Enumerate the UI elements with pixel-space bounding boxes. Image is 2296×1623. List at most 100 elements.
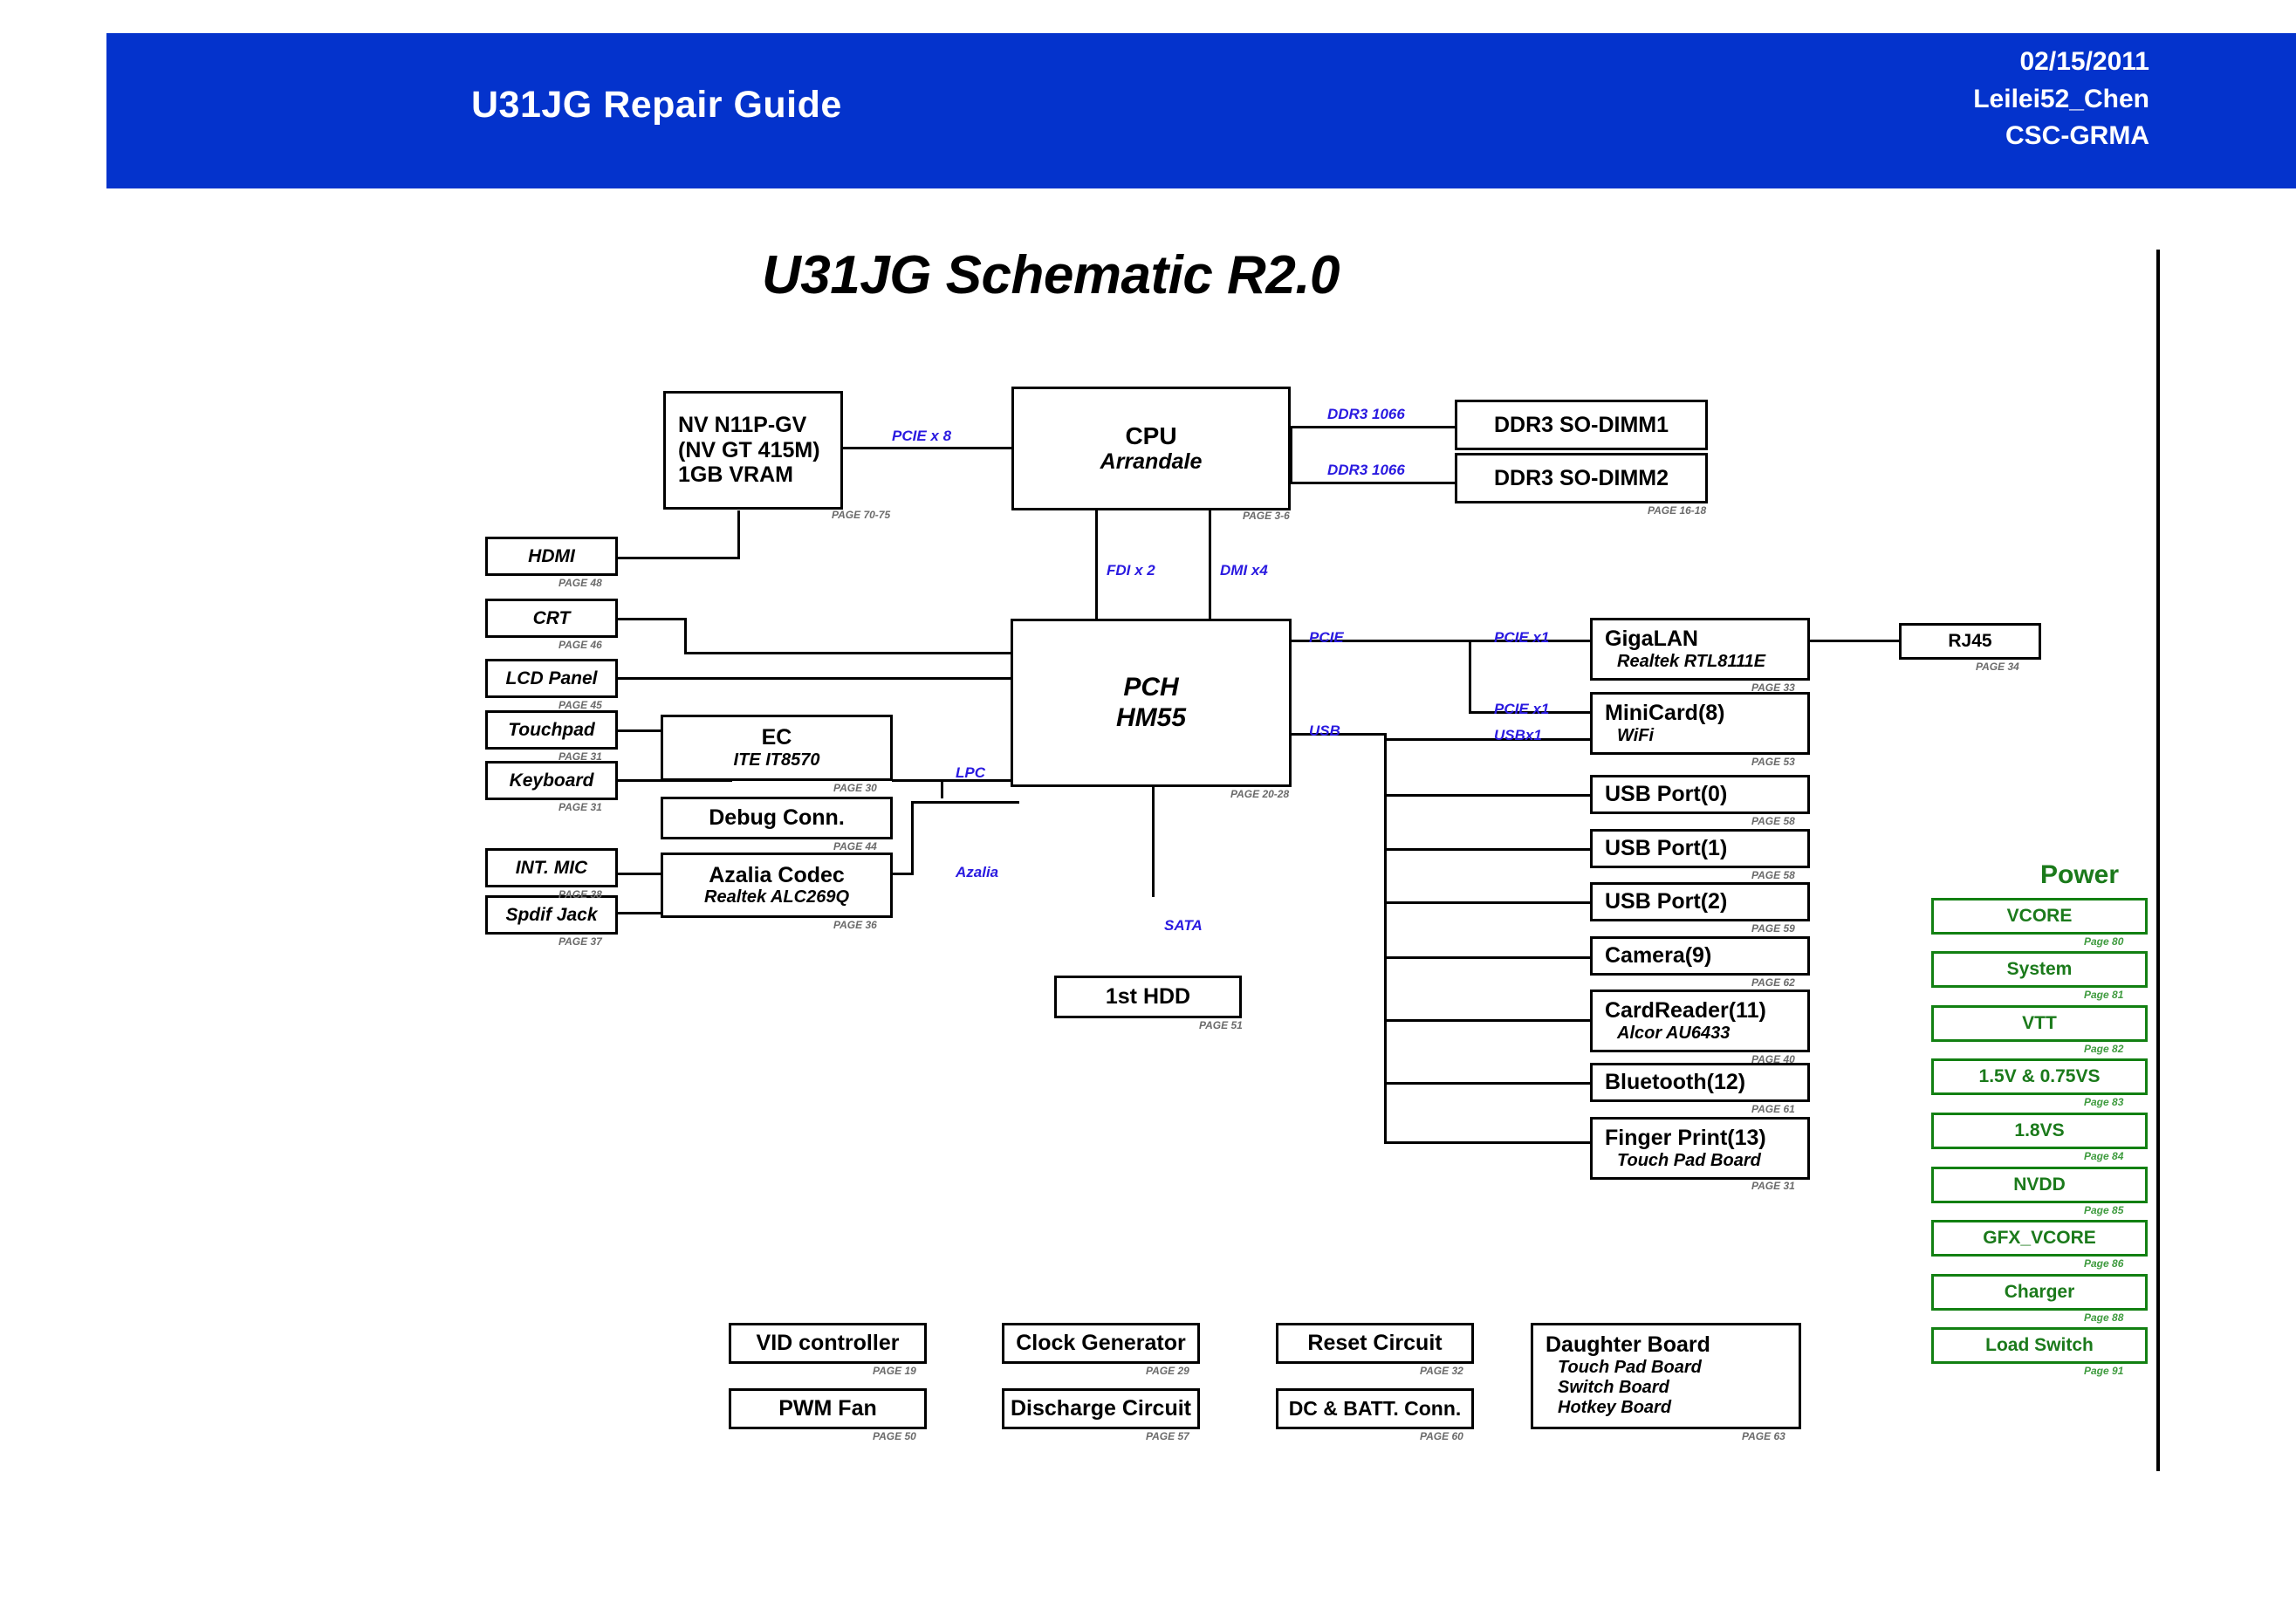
block-reset-circuit-label: Reset Circuit — [1307, 1331, 1443, 1356]
bus-label-pcie-x1-a: PCIE x1 — [1494, 629, 1550, 646]
block-ec-line1: EC — [761, 725, 792, 750]
line-gpu-down — [737, 510, 740, 559]
power-rail-nvdd-label: NVDD — [2013, 1174, 2066, 1195]
block-touchpad: Touchpad — [485, 710, 618, 750]
block-clock-generator: Clock Generator — [1002, 1323, 1200, 1364]
block-reset-circuit: Reset Circuit — [1276, 1323, 1474, 1364]
power-rail-charger: Charger — [1931, 1274, 2148, 1311]
bus-label-sata: SATA — [1164, 917, 1203, 934]
block-pwm-fan-label: PWM Fan — [778, 1396, 877, 1421]
power-rail-vtt-label: VTT — [2022, 1013, 2057, 1033]
bus-label-lpc: LPC — [956, 764, 985, 781]
block-debug-conn: Debug Conn. — [661, 797, 893, 839]
block-lcd-panel-label: LCD Panel — [505, 668, 598, 688]
block-spdif-jack-label: Spdif Jack — [505, 904, 598, 925]
block-vid-controller-label: VID controller — [756, 1331, 900, 1356]
block-touchpad-page: PAGE 31 — [559, 750, 602, 763]
block-usb-port1-page: PAGE 58 — [1751, 869, 1795, 881]
block-cpu-line1: CPU — [1125, 421, 1177, 449]
line-cpu-pch-fdi — [1095, 510, 1098, 620]
block-cardreader-line2: Alcor AU6433 — [1617, 1023, 1731, 1043]
block-usb-port2-page: PAGE 59 — [1751, 922, 1795, 935]
power-rail-1p8vs-label: 1.8VS — [2014, 1120, 2065, 1140]
power-rail-charger-page: Page 88 — [2084, 1311, 2124, 1324]
bus-label-pcie-x1-b: PCIE x1 — [1494, 701, 1550, 717]
block-gigalan-page: PAGE 33 — [1751, 681, 1795, 694]
header-author: Leilei52_Chen — [1973, 84, 2149, 113]
power-rail-load-switch-label: Load Switch — [1985, 1335, 2094, 1355]
line-crt-to-pch — [684, 652, 1019, 654]
page-title: U31JG Repair Guide — [471, 84, 842, 126]
block-lcd-panel: LCD Panel — [485, 659, 618, 698]
block-int-mic: INT. MIC — [485, 848, 618, 887]
power-rail-vtt-page: Page 82 — [2084, 1043, 2124, 1055]
power-rail-gfx-vcore-label: GFX_VCORE — [1983, 1228, 2096, 1248]
power-rail-system: System — [1931, 951, 2148, 988]
power-rail-1p8vs: 1.8VS — [1931, 1113, 2148, 1149]
line-pch-sata — [1152, 785, 1155, 897]
block-vid-controller-page: PAGE 19 — [873, 1365, 916, 1377]
block-crt: CRT — [485, 599, 618, 638]
bus-label-azalia: Azalia — [956, 864, 999, 880]
block-daughter-board-line4: Hotkey Board — [1558, 1397, 1672, 1417]
block-azalia-codec-line2: Realtek ALC269Q — [704, 887, 849, 907]
line-usb-port2 — [1384, 901, 1591, 904]
block-rj45-label: RJ45 — [1948, 631, 1992, 652]
power-rail-system-page: Page 81 — [2084, 989, 2124, 1001]
block-fingerprint-line2: Touch Pad Board — [1617, 1150, 1761, 1170]
block-gigalan-line2: Realtek RTL8111E — [1617, 651, 1766, 671]
power-rail-charger-label: Charger — [2004, 1282, 2075, 1302]
power-rail-load-switch-page: Page 91 — [2084, 1365, 2124, 1377]
block-debug-conn-page: PAGE 44 — [833, 840, 877, 853]
block-bluetooth: Bluetooth(12) — [1590, 1063, 1810, 1102]
block-spdif-jack: Spdif Jack — [485, 895, 618, 935]
line-usb-camera — [1384, 956, 1591, 959]
line-pcie-trunk — [1469, 640, 1471, 714]
block-hdmi-label: HDMI — [528, 545, 575, 566]
line-usb-port0 — [1384, 794, 1591, 797]
block-pch-line2: HM55 — [1115, 702, 1187, 732]
block-azalia-codec-page: PAGE 36 — [833, 919, 877, 931]
bus-label-usb: USB — [1309, 722, 1340, 739]
block-pwm-fan-page: PAGE 50 — [873, 1430, 916, 1442]
bus-label-usb-x1: USBx1 — [1494, 727, 1542, 743]
block-cpu-page: PAGE 3-6 — [1243, 510, 1290, 522]
block-gpu-page: PAGE 70-75 — [832, 509, 891, 521]
block-hdmi-page: PAGE 48 — [559, 577, 602, 589]
bus-label-dmi-x4: DMI x4 — [1220, 562, 1268, 579]
block-gpu-line3: 1GB VRAM — [678, 462, 793, 488]
block-rj45: RJ45 — [1899, 623, 2041, 660]
block-lcd-panel-page: PAGE 45 — [559, 699, 602, 711]
block-crt-label: CRT — [532, 607, 571, 628]
block-keyboard: Keyboard — [485, 761, 618, 800]
line-usb-minicard — [1384, 738, 1591, 741]
block-hdd-page: PAGE 51 — [1199, 1019, 1243, 1031]
power-rail-gfx-vcore-page: Page 86 — [2084, 1257, 2124, 1270]
block-dc-batt-conn: DC & BATT. Conn. — [1276, 1388, 1474, 1429]
block-usb-port0: USB Port(0) — [1590, 775, 1810, 814]
schematic-title: U31JG Schematic R2.0 — [762, 245, 1340, 305]
bus-label-ddr3-1066-a: DDR3 1066 — [1327, 406, 1405, 422]
block-dimm1-label: DDR3 SO-DIMM1 — [1493, 412, 1669, 437]
block-clock-generator-label: Clock Generator — [1016, 1331, 1186, 1356]
block-ec-page: PAGE 30 — [833, 782, 877, 794]
block-minicard: MiniCard(8) WiFi — [1590, 692, 1810, 755]
power-rail-load-switch: Load Switch — [1931, 1327, 2148, 1364]
block-touchpad-label: Touchpad — [508, 719, 595, 740]
line-gpu-to-hdmi — [617, 557, 740, 559]
block-rj45-page: PAGE 34 — [1976, 661, 2019, 673]
block-cpu-line2: Arrandale — [1100, 449, 1203, 475]
block-cpu: CPU Arrandale — [1011, 387, 1291, 510]
line-cpu-pch-dmi — [1209, 510, 1211, 620]
block-gpu-line2: (NV GT 415M) — [678, 437, 820, 462]
block-daughter-board-page: PAGE 63 — [1742, 1430, 1785, 1442]
block-clock-generator-page: PAGE 29 — [1146, 1365, 1189, 1377]
block-fingerprint: Finger Print(13) Touch Pad Board — [1590, 1117, 1810, 1180]
block-gpu: NV N11P-GV (NV GT 415M) 1GB VRAM — [663, 391, 843, 510]
line-usb-port1 — [1384, 848, 1591, 851]
power-rail-1p5v-0p75vs-page: Page 83 — [2084, 1096, 2124, 1108]
header-banner — [106, 33, 2296, 188]
block-ec: EC ITE IT8570 — [661, 715, 893, 781]
block-fingerprint-line1: Finger Print(13) — [1605, 1126, 1766, 1151]
line-mic-azalia — [617, 873, 665, 875]
